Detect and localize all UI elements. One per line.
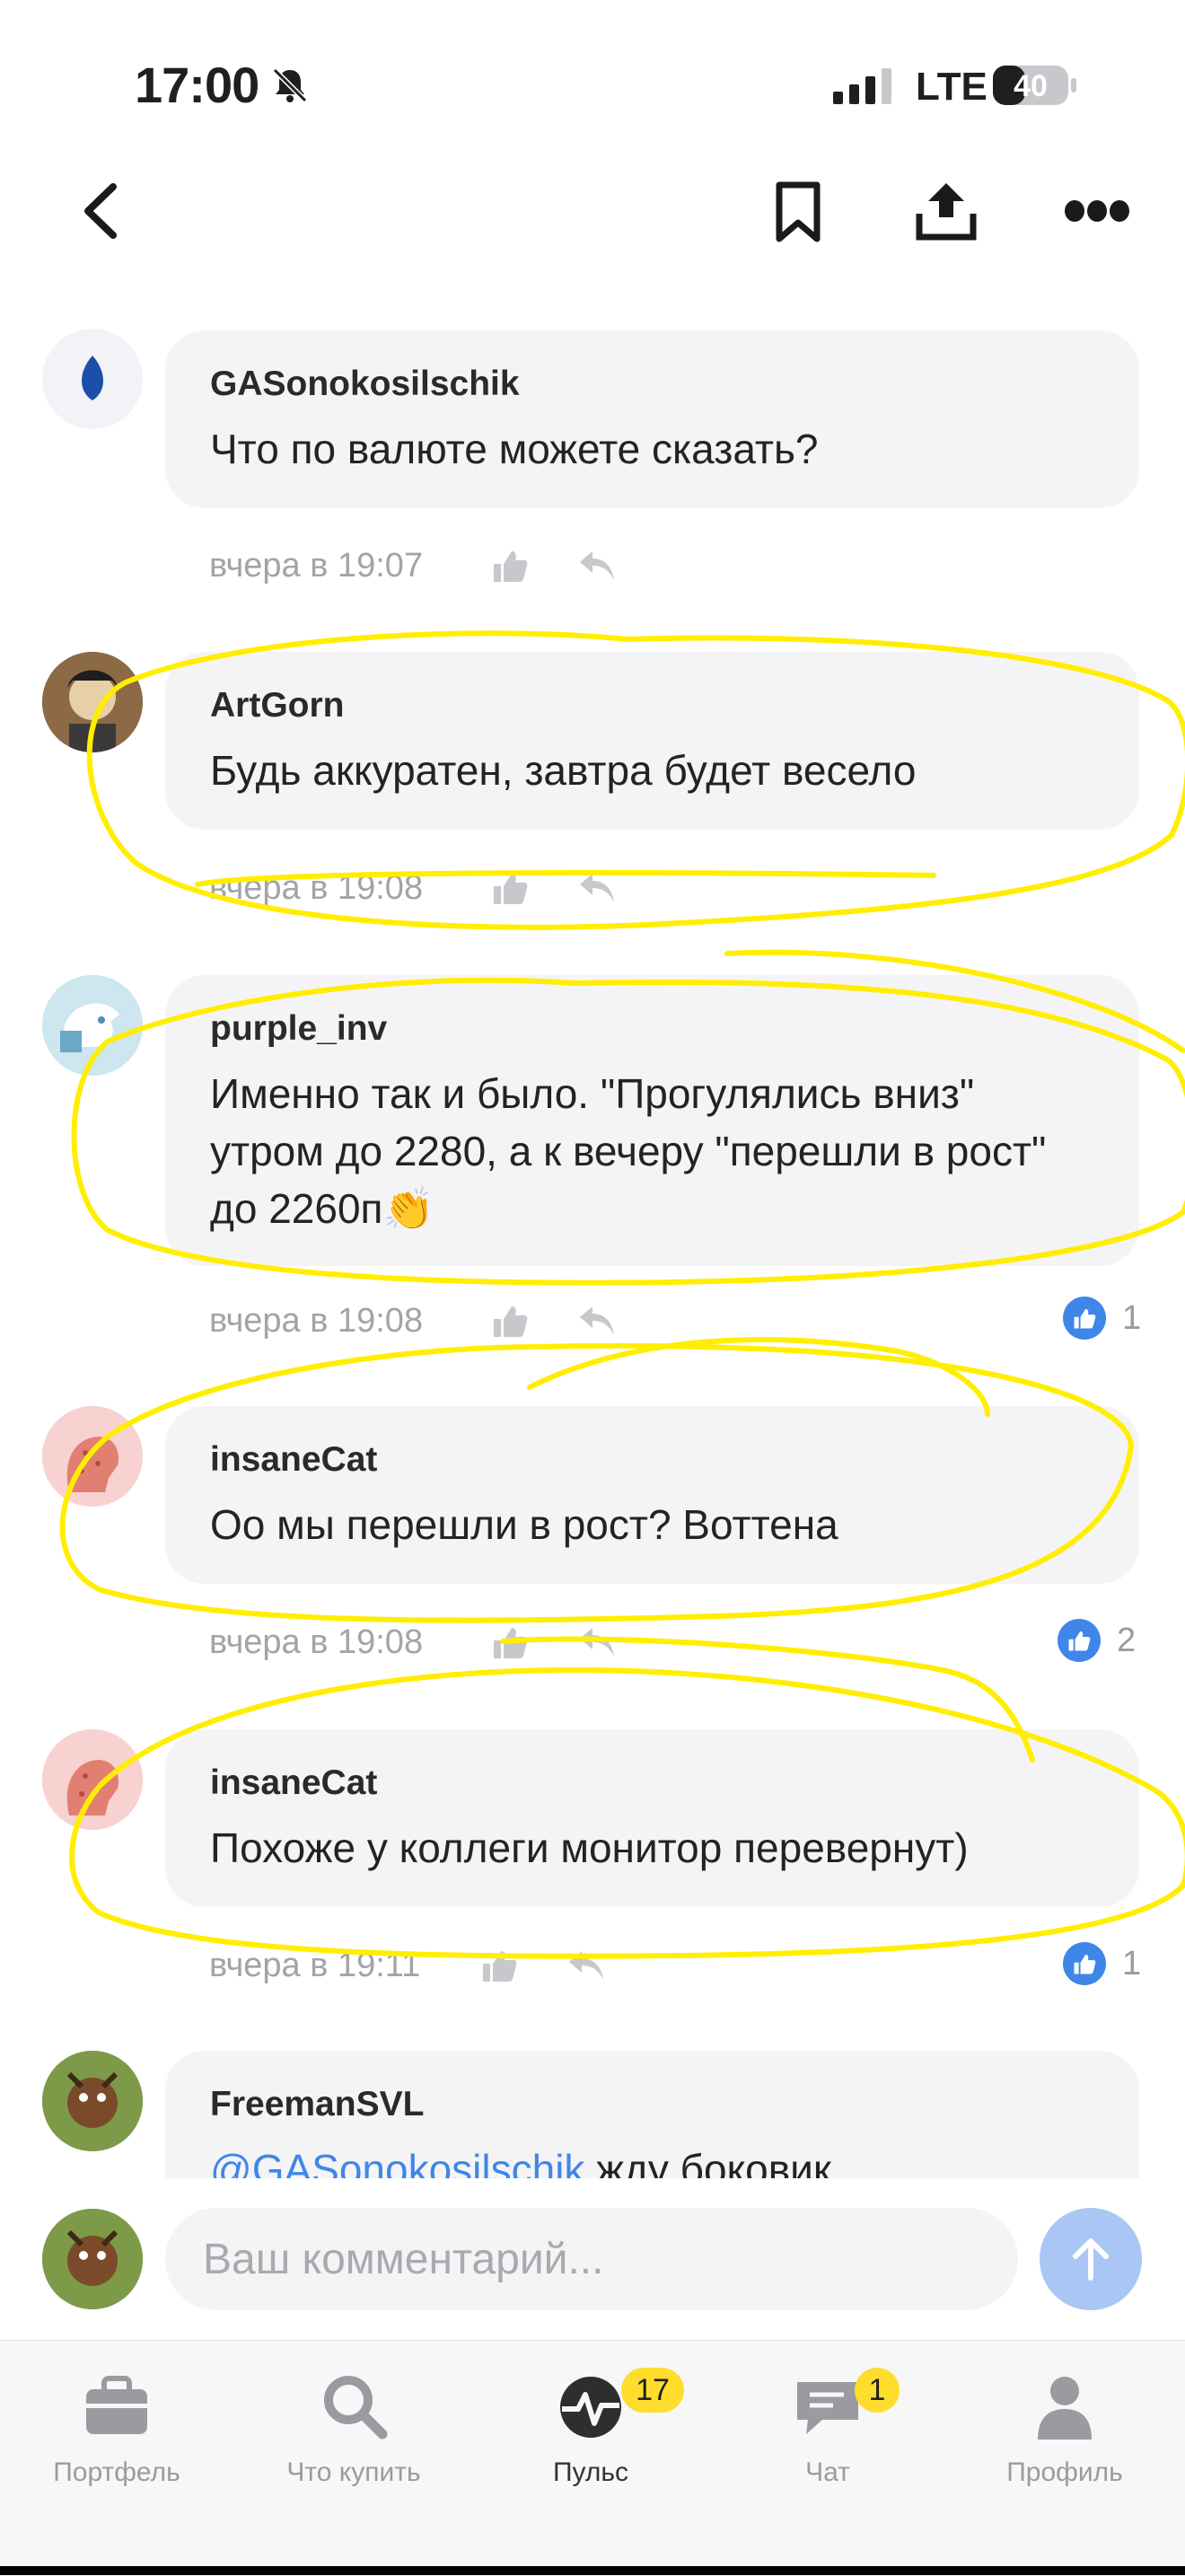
search-icon [324,2376,388,2440]
bookmark-icon[interactable] [774,181,822,242]
avatar[interactable] [42,329,143,429]
tab-chat[interactable]: Чат 1 [729,2368,926,2488]
comment-input[interactable] [165,2208,1018,2310]
tab-label: Чат [805,2457,850,2487]
like-count: 2 [1117,1621,1137,1659]
reply-icon[interactable] [578,1305,616,1337]
like-counter[interactable]: 1 [1063,1297,1141,1340]
bell-muted-icon [272,67,308,103]
notification-badge: 17 [621,2368,684,2413]
tab-profile[interactable]: Профиль [966,2368,1163,2488]
chat-icon [797,2382,858,2434]
mention-link[interactable]: @GASonokosilschik [210,2146,584,2178]
comment-time: вчера в 19:08 [209,1302,424,1340]
like-icon[interactable] [490,546,530,585]
reply-icon[interactable] [578,872,616,904]
signal-icon [833,68,891,104]
tab-label: Что купить [286,2457,421,2487]
briefcase-icon [86,2376,147,2434]
comment-text: Похоже у коллеги монитор перевернут) [210,1824,969,1871]
comment-bubble: insaneCat Похоже у коллеги монитор перев… [165,1729,1139,1907]
comment-time: вчера в 19:11 [209,1947,421,1984]
like-icon[interactable] [479,1946,519,1985]
like-icon[interactable] [490,868,530,908]
thumbs-up-icon [1063,1297,1106,1340]
avatar[interactable] [42,1406,143,1507]
comment-text: Оо мы перешли в рост? Воттена [210,1501,838,1548]
arrow-up-icon [1073,2238,1109,2281]
comment-bubble: FreemanSVL @GASonokosilschik жду боковик [165,2051,1139,2178]
comment-time: вчера в 19:08 [209,869,424,907]
bottom-edge [0,2566,1185,2575]
avatar[interactable] [42,652,143,752]
my-avatar [42,2209,143,2309]
thumbs-up-icon [1058,1619,1101,1662]
tab-what-to-buy[interactable]: Что купить [255,2368,452,2488]
tab-label: Пульс [552,2457,629,2487]
comment-text: Что по валюте можете сказать? [210,426,819,472]
avatar[interactable] [42,2051,143,2151]
comment-time: вчера в 19:08 [209,1623,424,1661]
share-icon[interactable] [914,178,979,242]
reply-icon[interactable] [578,1626,616,1658]
battery-icon: 40 [992,63,1078,108]
like-counter[interactable]: 2 [1058,1619,1136,1662]
tab-label: Портфель [53,2457,180,2487]
tab-pulse[interactable]: Пульс 17 [492,2368,689,2488]
pulse-icon [560,2377,621,2438]
thumbs-up-icon [1063,1942,1106,1985]
tab-bar: Портфель Что купить Пульс 17 Чат 1 Профи… [0,2340,1185,2576]
like-counter[interactable]: 1 [1063,1942,1141,1985]
profile-icon [1038,2377,1092,2440]
like-count: 1 [1122,1944,1142,1983]
comment-bubble: ArtGorn Будь аккуратен, завтра будет вес… [165,652,1139,830]
comment-text: Именно так и было. "Прогулялись вниз" ут… [210,1070,1047,1232]
back-icon[interactable] [74,180,127,242]
comment-author[interactable]: ArtGorn [210,686,1096,725]
battery-level: 40 [1014,69,1048,103]
comment-bubble: insaneCat Оо мы перешли в рост? Воттена [165,1406,1139,1584]
avatar[interactable] [42,975,143,1076]
status-time: 17:00 [135,57,259,113]
comment-author[interactable]: insaneCat [210,1763,1096,1803]
like-icon[interactable] [490,1301,530,1341]
tab-label: Профиль [1006,2457,1123,2487]
comment-text: Будь аккуратен, завтра будет весело [210,747,917,794]
comment-author[interactable]: insaneCat [210,1440,1096,1480]
comment-author[interactable]: GASonokosilschik [210,365,1096,404]
comment-bubble: purple_inv Именно так и было. "Прогуляли… [165,975,1139,1266]
reply-icon[interactable] [578,549,616,582]
tab-portfolio[interactable]: Портфель [18,2368,215,2488]
reply-icon[interactable] [567,1949,605,1982]
avatar[interactable] [42,1729,143,1830]
comment-author[interactable]: FreemanSVL [210,2085,1096,2124]
more-icon[interactable] [1064,196,1130,226]
like-count: 1 [1122,1298,1142,1337]
comment-author[interactable]: purple_inv [210,1009,1096,1049]
comment-time: вчера в 19:07 [209,547,424,585]
notification-badge: 1 [855,2368,900,2413]
like-icon[interactable] [490,1622,530,1662]
comment-bubble: GASonokosilschik Что по валюте можете ск… [165,330,1139,508]
comment-text: @GASonokosilschik жду боковик [210,2141,1096,2178]
network-type: LTE [916,65,988,109]
send-button[interactable] [1040,2208,1142,2310]
